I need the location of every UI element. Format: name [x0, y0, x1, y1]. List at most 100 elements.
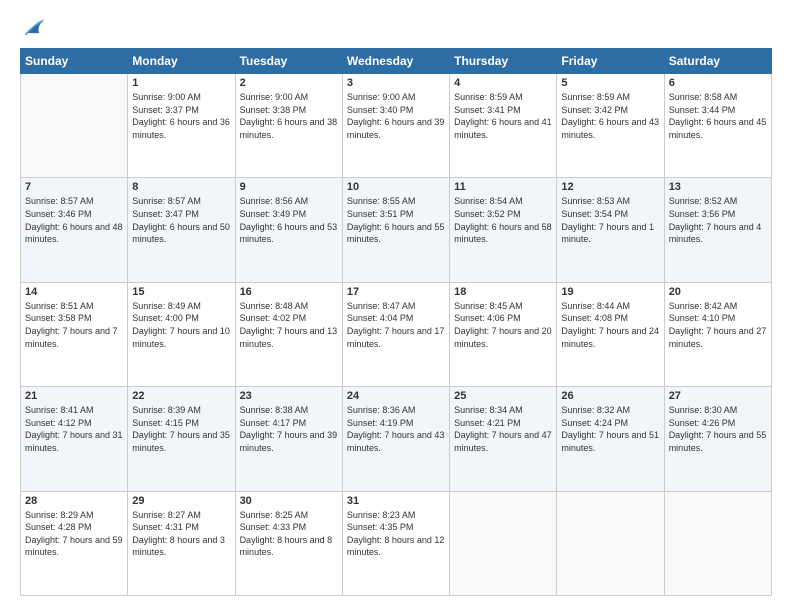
day-number: 6 [669, 77, 767, 89]
calendar-cell: 6 Sunrise: 8:58 AMSunset: 3:44 PMDaylight… [664, 74, 771, 178]
cell-content: Sunrise: 8:58 AMSunset: 3:44 PMDaylight:… [669, 91, 767, 141]
day-number: 12 [561, 181, 659, 193]
calendar-cell: 23 Sunrise: 8:38 AMSunset: 4:17 PMDayligh… [235, 387, 342, 491]
day-number: 27 [669, 390, 767, 402]
day-number: 24 [347, 390, 445, 402]
day-number: 30 [240, 495, 338, 507]
calendar-cell: 12 Sunrise: 8:53 AMSunset: 3:54 PMDayligh… [557, 178, 664, 282]
cell-content: Sunrise: 8:42 AMSunset: 4:10 PMDaylight:… [669, 300, 767, 350]
calendar-cell: 11 Sunrise: 8:54 AMSunset: 3:52 PMDayligh… [450, 178, 557, 282]
cell-content: Sunrise: 8:41 AMSunset: 4:12 PMDaylight:… [25, 404, 123, 454]
cell-content: Sunrise: 8:44 AMSunset: 4:08 PMDaylight:… [561, 300, 659, 350]
day-number: 23 [240, 390, 338, 402]
calendar-cell: 10 Sunrise: 8:55 AMSunset: 3:51 PMDayligh… [342, 178, 449, 282]
cell-content: Sunrise: 9:00 AMSunset: 3:38 PMDaylight:… [240, 91, 338, 141]
day-number: 3 [347, 77, 445, 89]
day-number: 9 [240, 181, 338, 193]
calendar-cell: 25Sunrise: 8:34 AMSunset: 4:21 PMDayligh… [450, 387, 557, 491]
cell-content: Sunrise: 8:53 AMSunset: 3:54 PMDaylight:… [561, 195, 659, 245]
calendar-week-row: 1 Sunrise: 9:00 AMSunset: 3:37 PMDaylight… [21, 74, 772, 178]
calendar-cell: 7 Sunrise: 8:57 AMSunset: 3:46 PMDaylight… [21, 178, 128, 282]
calendar-cell [664, 491, 771, 595]
day-number: 11 [454, 181, 552, 193]
cell-content: Sunrise: 8:23 AMSunset: 4:35 PMDaylight:… [347, 509, 445, 559]
page: SundayMondayTuesdayWednesdayThursdayFrid… [0, 0, 792, 612]
calendar-header-friday: Friday [557, 49, 664, 74]
calendar-cell [21, 74, 128, 178]
calendar-cell [557, 491, 664, 595]
cell-content: Sunrise: 8:49 AMSunset: 4:00 PMDaylight:… [132, 300, 230, 350]
calendar-cell: 24 Sunrise: 8:36 AMSunset: 4:19 PMDayligh… [342, 387, 449, 491]
cell-content: Sunrise: 8:54 AMSunset: 3:52 PMDaylight:… [454, 195, 552, 245]
calendar-cell: 19 Sunrise: 8:44 AMSunset: 4:08 PMDayligh… [557, 282, 664, 386]
calendar-week-row: 7 Sunrise: 8:57 AMSunset: 3:46 PMDaylight… [21, 178, 772, 282]
calendar-cell: 27 Sunrise: 8:30 AMSunset: 4:26 PMDayligh… [664, 387, 771, 491]
cell-content: Sunrise: 8:38 AMSunset: 4:17 PMDaylight:… [240, 404, 338, 454]
cell-content: Sunrise: 8:45 AMSunset: 4:06 PMDaylight:… [454, 300, 552, 350]
cell-content: Sunrise: 8:57 AMSunset: 3:47 PMDaylight:… [132, 195, 230, 245]
calendar-cell: 21 Sunrise: 8:41 AMSunset: 4:12 PMDayligh… [21, 387, 128, 491]
cell-content: Sunrise: 8:48 AMSunset: 4:02 PMDaylight:… [240, 300, 338, 350]
logo-bird-icon [20, 16, 48, 40]
day-number: 29 [132, 495, 230, 507]
calendar-cell: 30Sunrise: 8:25 AMSunset: 4:33 PMDayligh… [235, 491, 342, 595]
day-number: 25 [454, 390, 552, 402]
cell-content: Sunrise: 8:39 AMSunset: 4:15 PMDaylight:… [132, 404, 230, 454]
day-number: 7 [25, 181, 123, 193]
calendar-cell: 2 Sunrise: 9:00 AMSunset: 3:38 PMDaylight… [235, 74, 342, 178]
calendar-cell: 4Sunrise: 8:59 AMSunset: 3:41 PMDaylight… [450, 74, 557, 178]
calendar-cell: 14Sunrise: 8:51 AMSunset: 3:58 PMDayligh… [21, 282, 128, 386]
calendar-header-row: SundayMondayTuesdayWednesdayThursdayFrid… [21, 49, 772, 74]
day-number: 10 [347, 181, 445, 193]
calendar-cell: 3Sunrise: 9:00 AMSunset: 3:40 PMDaylight… [342, 74, 449, 178]
calendar-cell: 5Sunrise: 8:59 AMSunset: 3:42 PMDaylight… [557, 74, 664, 178]
day-number: 4 [454, 77, 552, 89]
cell-content: Sunrise: 8:52 AMSunset: 3:56 PMDaylight:… [669, 195, 767, 245]
day-number: 15 [132, 286, 230, 298]
calendar-cell: 31 Sunrise: 8:23 AMSunset: 4:35 PMDayligh… [342, 491, 449, 595]
calendar-cell: 13 Sunrise: 8:52 AMSunset: 3:56 PMDayligh… [664, 178, 771, 282]
cell-content: Sunrise: 9:00 AMSunset: 3:37 PMDaylight:… [132, 91, 230, 141]
calendar-cell: 26 Sunrise: 8:32 AMSunset: 4:24 PMDayligh… [557, 387, 664, 491]
day-number: 16 [240, 286, 338, 298]
calendar-header-sunday: Sunday [21, 49, 128, 74]
calendar-header-saturday: Saturday [664, 49, 771, 74]
calendar-week-row: 21 Sunrise: 8:41 AMSunset: 4:12 PMDayligh… [21, 387, 772, 491]
cell-content: Sunrise: 8:56 AMSunset: 3:49 PMDaylight:… [240, 195, 338, 245]
cell-content: Sunrise: 8:51 AMSunset: 3:58 PMDaylight:… [25, 300, 123, 350]
cell-content: Sunrise: 8:57 AMSunset: 3:46 PMDaylight:… [25, 195, 123, 245]
cell-content: Sunrise: 8:55 AMSunset: 3:51 PMDaylight:… [347, 195, 445, 245]
cell-content: Sunrise: 8:27 AMSunset: 4:31 PMDaylight:… [132, 509, 230, 559]
cell-content: Sunrise: 8:29 AMSunset: 4:28 PMDaylight:… [25, 509, 123, 559]
day-number: 22 [132, 390, 230, 402]
calendar-cell: 22 Sunrise: 8:39 AMSunset: 4:15 PMDayligh… [128, 387, 235, 491]
day-number: 19 [561, 286, 659, 298]
calendar-header-wednesday: Wednesday [342, 49, 449, 74]
day-number: 26 [561, 390, 659, 402]
day-number: 2 [240, 77, 338, 89]
cell-content: Sunrise: 8:36 AMSunset: 4:19 PMDaylight:… [347, 404, 445, 454]
calendar-week-row: 14Sunrise: 8:51 AMSunset: 3:58 PMDayligh… [21, 282, 772, 386]
day-number: 21 [25, 390, 123, 402]
calendar-cell: 15 Sunrise: 8:49 AMSunset: 4:00 PMDayligh… [128, 282, 235, 386]
calendar-cell: 29 Sunrise: 8:27 AMSunset: 4:31 PMDayligh… [128, 491, 235, 595]
calendar-cell: 28 Sunrise: 8:29 AMSunset: 4:28 PMDayligh… [21, 491, 128, 595]
cell-content: Sunrise: 8:30 AMSunset: 4:26 PMDaylight:… [669, 404, 767, 454]
day-number: 31 [347, 495, 445, 507]
day-number: 13 [669, 181, 767, 193]
logo [20, 16, 52, 40]
day-number: 28 [25, 495, 123, 507]
cell-content: Sunrise: 8:32 AMSunset: 4:24 PMDaylight:… [561, 404, 659, 454]
calendar-cell [450, 491, 557, 595]
day-number: 1 [132, 77, 230, 89]
day-number: 8 [132, 181, 230, 193]
calendar-cell: 16 Sunrise: 8:48 AMSunset: 4:02 PMDayligh… [235, 282, 342, 386]
calendar-week-row: 28 Sunrise: 8:29 AMSunset: 4:28 PMDayligh… [21, 491, 772, 595]
calendar-header-thursday: Thursday [450, 49, 557, 74]
calendar-header-monday: Monday [128, 49, 235, 74]
calendar-cell: 1 Sunrise: 9:00 AMSunset: 3:37 PMDaylight… [128, 74, 235, 178]
calendar-cell: 20Sunrise: 8:42 AMSunset: 4:10 PMDayligh… [664, 282, 771, 386]
day-number: 17 [347, 286, 445, 298]
day-number: 5 [561, 77, 659, 89]
calendar-table: SundayMondayTuesdayWednesdayThursdayFrid… [20, 48, 772, 596]
